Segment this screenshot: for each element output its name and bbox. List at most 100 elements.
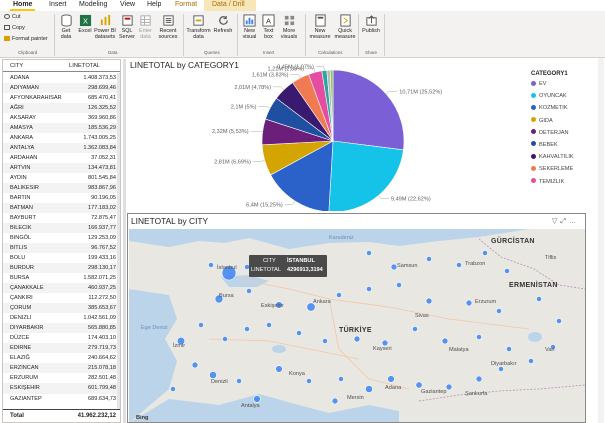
city-bubble[interactable] xyxy=(506,346,512,352)
city-bubble[interactable] xyxy=(476,334,482,340)
city-bubble[interactable] xyxy=(365,385,373,393)
cut-button[interactable]: Cut xyxy=(4,14,21,21)
legend-item-kozmetik[interactable]: KOZMETIK xyxy=(531,104,603,116)
format-painter-button[interactable]: Format painter xyxy=(4,36,48,43)
table-row[interactable]: ADANA 1.408.373,53 xyxy=(3,73,120,83)
pie-slice-ev[interactable] xyxy=(332,69,405,151)
city-bubble[interactable] xyxy=(396,282,402,288)
city-bubble[interactable] xyxy=(266,322,272,328)
table-row[interactable]: BOLU 199.433,16 xyxy=(3,253,120,263)
table-row[interactable]: DÜZCE 174.403,10 xyxy=(3,333,120,343)
table-row[interactable]: ESKIŞEHIR 601.799,48 xyxy=(3,383,120,394)
more-visuals-button[interactable]: More visuals xyxy=(279,14,299,40)
tab-home[interactable]: Home xyxy=(10,0,36,11)
tab-help[interactable]: Help xyxy=(144,0,164,11)
transform-data-button[interactable]: Transform data xyxy=(186,14,211,40)
map-canvas[interactable]: GÜRCİSTAN Tiflis ERMENİSTAN TÜRKİYE Kara… xyxy=(129,229,585,422)
get-data-button[interactable]: Get data xyxy=(58,14,74,40)
city-bubble[interactable] xyxy=(322,338,328,344)
city-bubble[interactable] xyxy=(246,288,252,294)
copy-button[interactable]: Copy xyxy=(4,25,25,32)
city-bubble[interactable] xyxy=(366,250,372,256)
pie-chart[interactable]: 10,71M (25,52%) 9,49M (22,62%) 6,4M (15,25… xyxy=(127,58,527,211)
table-row[interactable]: ÇORUM 385.653,67 xyxy=(3,303,120,314)
city-linetotal-table[interactable]: CITY LINETOTAL ADANA 1.408.373,53 ADIYAMAN… xyxy=(2,59,121,423)
column-header-city[interactable]: CITY xyxy=(10,63,23,69)
excel-button[interactable]: X Excel xyxy=(78,14,92,34)
table-row[interactable]: BATMAN 177.183,02 xyxy=(3,203,120,214)
legend-item-gida[interactable]: GIDA xyxy=(531,117,603,129)
table-row[interactable]: AMASYA 185.536,29 xyxy=(3,123,120,134)
enter-data-button[interactable]: Enter data xyxy=(138,14,153,40)
table-row[interactable]: ARTVIN 134.473,81 xyxy=(3,163,120,174)
table-row[interactable]: DIYARBAKIR 565.880,85 xyxy=(3,323,120,334)
city-bubble[interactable] xyxy=(222,336,228,342)
table-row[interactable]: AĞRI 126.325,52 xyxy=(3,103,120,114)
publish-button[interactable]: Publish xyxy=(361,14,381,34)
table-row[interactable]: ADIYAMAN 298.699,46 xyxy=(3,83,120,94)
powerbi-datasets-button[interactable]: Power BI datasets xyxy=(94,14,116,40)
tab-view[interactable]: View xyxy=(117,0,138,11)
city-bubble[interactable] xyxy=(170,386,176,392)
table-row[interactable]: ERZURUM 282.501,48 xyxy=(3,373,120,383)
table-row[interactable]: BILECIK 166.937,77 xyxy=(3,223,120,234)
city-bubble[interactable] xyxy=(536,296,542,302)
legend-item-oyuncak[interactable]: OYUNCAK xyxy=(531,92,603,104)
table-row[interactable]: ARDAHAN 37.052,31 xyxy=(3,153,120,163)
city-bubble[interactable] xyxy=(504,268,510,274)
city-bubble[interactable] xyxy=(366,286,372,292)
city-bubble[interactable] xyxy=(556,318,562,324)
city-bubble[interactable] xyxy=(412,326,418,332)
table-row[interactable]: ERZINCAN 215.078,18 xyxy=(3,363,120,374)
city-bubble[interactable] xyxy=(338,376,344,382)
table-row[interactable]: AFYONKARAHISAR 685.470,41 xyxy=(3,93,120,103)
city-bubble[interactable] xyxy=(296,330,302,336)
tab-data-drill[interactable]: Data / Drill xyxy=(209,0,248,11)
table-row[interactable]: ÇANKIRI 112.272,50 xyxy=(3,293,120,303)
table-row[interactable]: EDIRNE 279.719,73 xyxy=(3,343,120,354)
new-measure-button[interactable]: New measure xyxy=(309,14,331,40)
city-bubble[interactable] xyxy=(244,326,250,332)
table-row[interactable]: BURDUR 298.130,17 xyxy=(3,263,120,274)
table-scrollbar[interactable] xyxy=(117,73,120,410)
city-bubble[interactable] xyxy=(198,322,204,328)
city-bubble[interactable] xyxy=(387,375,395,383)
city-bubble[interactable] xyxy=(208,262,214,268)
table-row[interactable]: GAZIANTEP 689.634,73 xyxy=(3,394,120,404)
city-bubble[interactable] xyxy=(306,378,312,384)
city-bubble[interactable] xyxy=(336,292,342,298)
legend-item-ev[interactable]: EV xyxy=(531,80,603,92)
legend-item-sekerleme[interactable]: SEKERLEME xyxy=(531,165,603,177)
city-bubble[interactable] xyxy=(236,378,242,384)
city-bubble[interactable] xyxy=(465,299,473,307)
table-row[interactable]: BURSA 1.582.071,25 xyxy=(3,273,120,283)
table-row[interactable]: AKSARAY 369.960,86 xyxy=(3,113,120,123)
city-bubble[interactable] xyxy=(528,358,534,364)
city-bubble[interactable] xyxy=(456,262,462,268)
tab-modeling[interactable]: Modeling xyxy=(76,0,110,11)
canvas-scrollbar[interactable] xyxy=(598,58,604,423)
table-row[interactable]: BINGÖL 129.253,09 xyxy=(3,233,120,243)
tab-format[interactable]: Format xyxy=(172,0,200,11)
map-visual[interactable]: LINETOTAL by CITY ▽⤢… GÜRCİSTAN Tiflis E xyxy=(127,213,586,423)
table-row[interactable]: ANTALYA 1.362.083,84 xyxy=(3,143,120,154)
city-bubble[interactable] xyxy=(445,383,453,391)
refresh-button[interactable]: Refresh xyxy=(213,14,233,34)
city-bubble[interactable] xyxy=(353,335,361,343)
quick-measure-button[interactable]: Quick measure xyxy=(334,14,356,40)
text-box-button[interactable]: A Text box xyxy=(261,14,276,40)
recent-sources-button[interactable]: Recent sources xyxy=(157,14,179,40)
city-bubble[interactable] xyxy=(426,256,432,262)
new-visual-button[interactable]: New visual xyxy=(241,14,258,40)
city-bubble[interactable] xyxy=(275,365,283,373)
table-row[interactable]: DENIZLI 1.042.561,09 xyxy=(3,313,120,323)
table-row[interactable]: ÇANAKKALE 460.937,25 xyxy=(3,283,120,294)
more-options-icon[interactable]: … xyxy=(569,218,579,225)
city-bubble[interactable] xyxy=(331,397,339,405)
column-header-linetotal[interactable]: LINETOTAL xyxy=(69,63,100,69)
table-row[interactable]: BALIKESIR 983.867,96 xyxy=(3,183,120,194)
tab-insert[interactable]: Insert xyxy=(46,0,70,11)
legend-item-temizlik[interactable]: TEMIZLIK xyxy=(531,178,603,190)
city-bubble[interactable] xyxy=(482,250,488,256)
city-bubble[interactable] xyxy=(441,337,449,345)
